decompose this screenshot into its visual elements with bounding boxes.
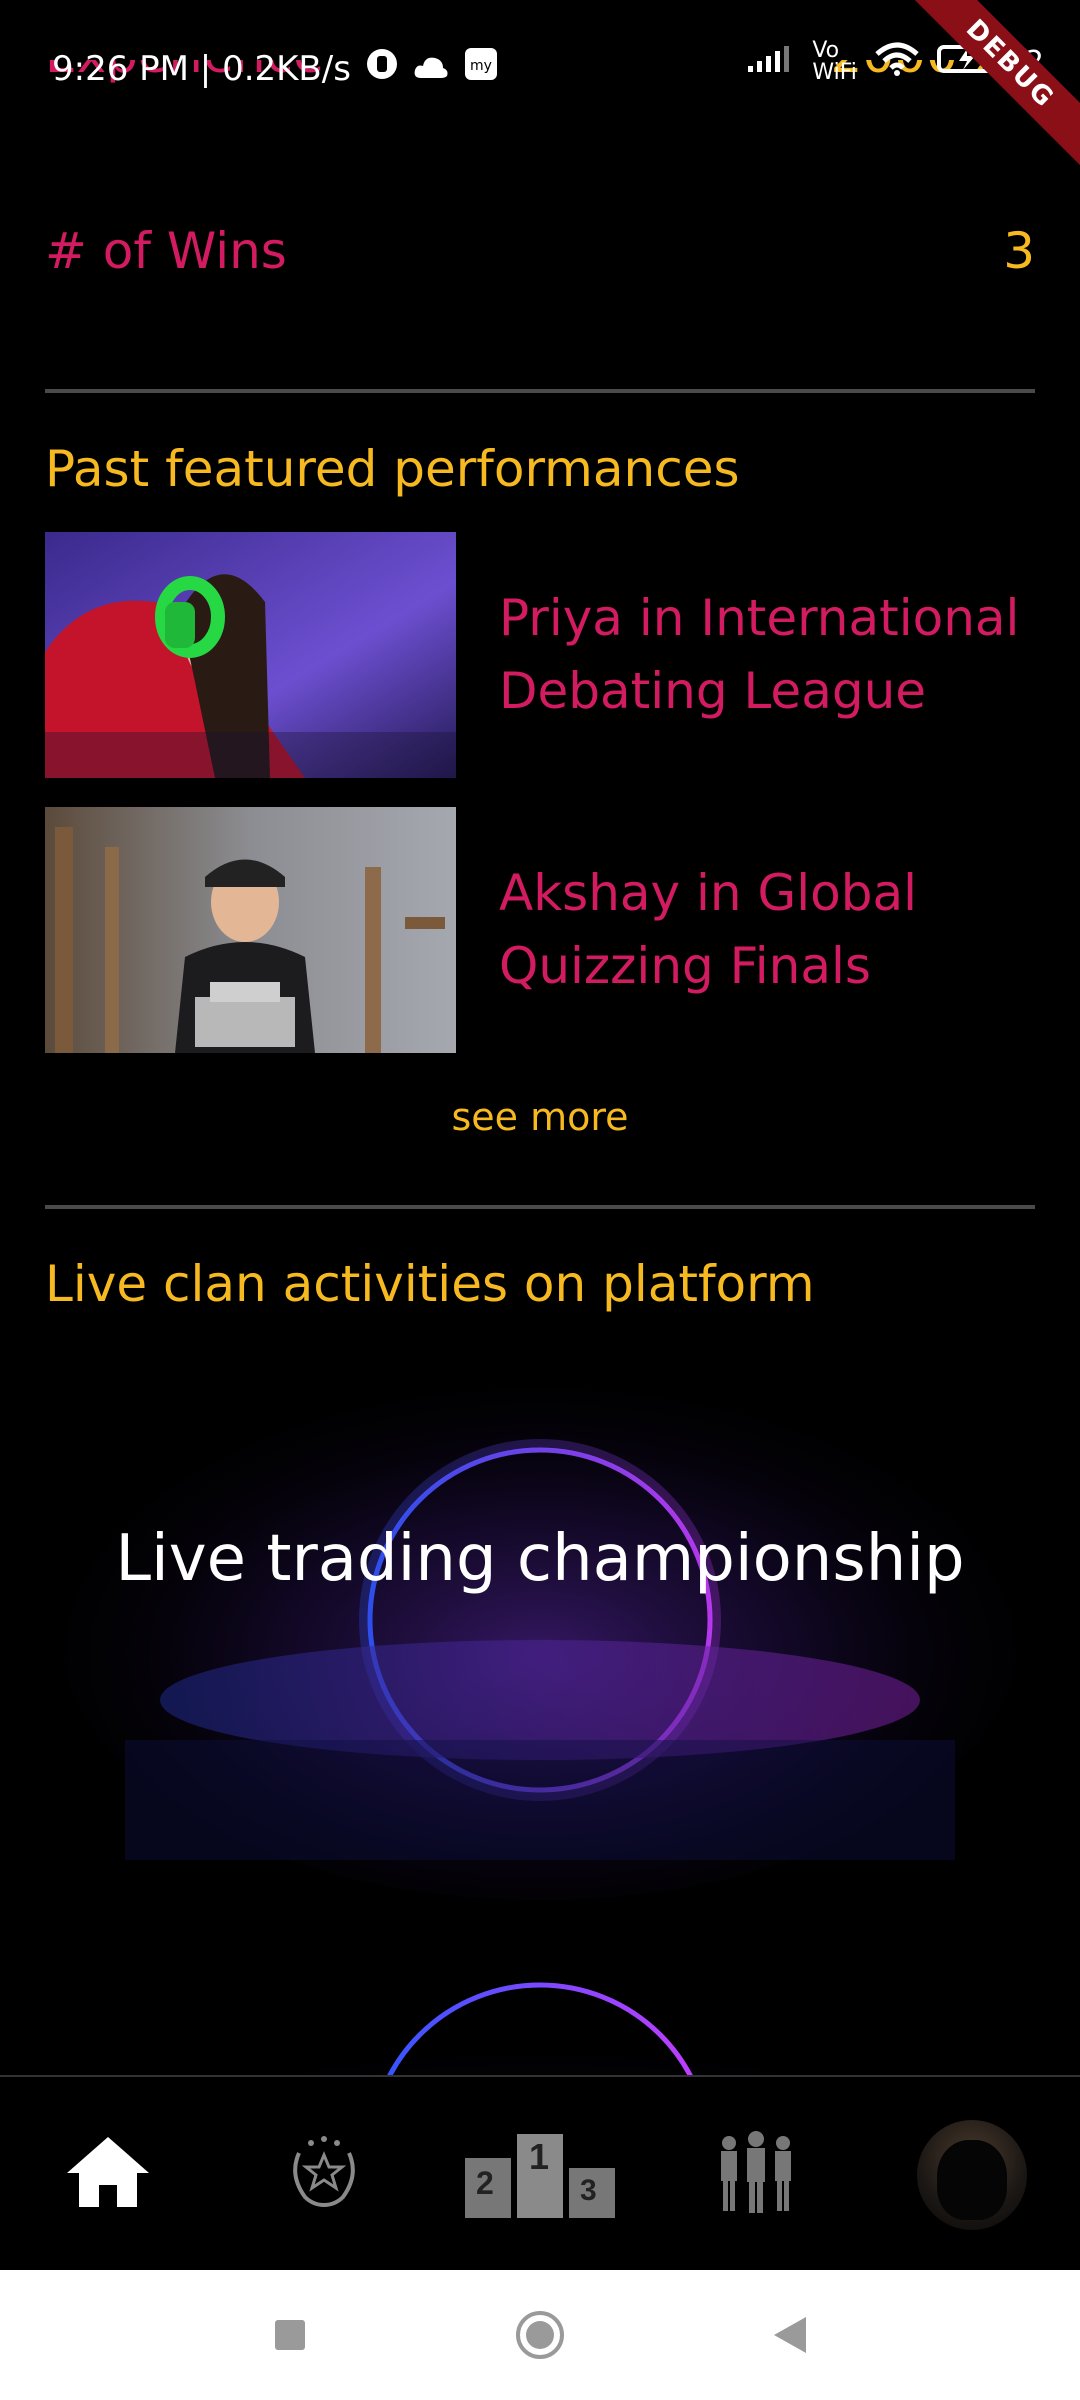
laurel-star-icon (281, 2135, 367, 2214)
performance-card-akshay[interactable]: Akshay in Global Quizzing Finals (45, 807, 1035, 1053)
podium-third: 3 (580, 2173, 597, 2207)
scroll-content[interactable]: Experience 2000 xp # of Wins 3 Past feat… (0, 0, 1080, 2075)
performance-title[interactable]: Priya in International Debating League (499, 582, 1035, 728)
app-icon: my (463, 46, 499, 91)
wins-value: 3 (1003, 222, 1035, 280)
signal-icon (746, 44, 794, 81)
nav-leaderboard[interactable]: 2 1 3 (440, 2095, 640, 2255)
back-button[interactable] (760, 2305, 820, 2365)
podium-first: 1 (529, 2135, 550, 2177)
notification-icon (365, 47, 399, 90)
profile-avatar (917, 2119, 1027, 2230)
live-activity-title: Live trading championship (115, 1522, 965, 1596)
divider (45, 1205, 1035, 1209)
svg-text:my: my (470, 58, 492, 74)
status-bar: 9:26 PM | 0.2KB/s my Vo WiFi DEBUG (0, 0, 1080, 179)
nav-home[interactable] (8, 2095, 208, 2255)
home-icon (65, 2135, 151, 2214)
status-time-speed: 9:26 PM | 0.2KB/s (52, 48, 351, 89)
live-activity-card[interactable]: Live trading championship (45, 1330, 1035, 1900)
wifi-icon (875, 42, 919, 83)
nav-achievements[interactable] (224, 2095, 424, 2255)
system-navigation-bar (0, 2270, 1080, 2400)
square-icon (275, 2320, 305, 2350)
wins-label: # of Wins (45, 222, 287, 280)
live-activities-title: Live clan activities on platform (45, 1255, 815, 1313)
team-icon (711, 2129, 801, 2220)
recents-button[interactable] (260, 2305, 320, 2365)
podium-second: 2 (476, 2164, 494, 2201)
home-button[interactable] (510, 2305, 570, 2365)
wins-row: # of Wins 3 (45, 222, 1035, 280)
live-activity-card[interactable] (45, 1925, 1035, 2075)
performance-thumbnail-priya (45, 532, 456, 778)
status-left: 9:26 PM | 0.2KB/s my (52, 46, 499, 91)
bottom-navigation: 2 1 3 (0, 2075, 1080, 2272)
nav-clan[interactable] (656, 2095, 856, 2255)
see-more-link[interactable]: see more (0, 1095, 1080, 1139)
performance-title[interactable]: Akshay in Global Quizzing Finals (499, 857, 1035, 1003)
vowifi-label: Vo WiFi (812, 38, 857, 85)
back-triangle-icon (774, 2317, 806, 2353)
cloud-icon (413, 49, 449, 89)
performance-card-priya[interactable]: Priya in International Debating League (45, 532, 1035, 778)
performance-thumbnail-akshay (45, 807, 456, 1053)
past-performances-title: Past featured performances (45, 440, 740, 498)
podium-icon: 2 1 3 (463, 2132, 617, 2218)
nav-profile[interactable] (872, 2095, 1072, 2255)
circle-icon (516, 2311, 564, 2359)
divider (45, 389, 1035, 393)
